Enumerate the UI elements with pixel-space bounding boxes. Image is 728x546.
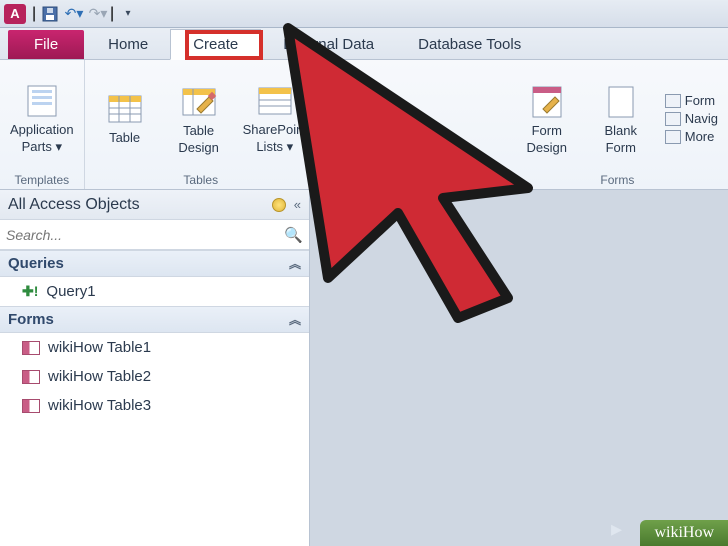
nav-collapse-icon[interactable]: « (294, 197, 301, 212)
group-label-templates: Templates (14, 173, 69, 187)
ribbon-tab-row: File Home Create External Data Database … (0, 28, 728, 60)
ribbon-group-hidden (318, 60, 507, 189)
nav-item-label: wikiHow Table1 (48, 339, 151, 356)
form-wizard-label: Form (685, 93, 715, 108)
watermark-arrow-icon: ▸ (611, 516, 622, 542)
group-label-tables: Tables (183, 173, 218, 187)
tab-database-tools[interactable]: Database Tools (396, 30, 543, 59)
sharepoint-label2: Lists ▾ (256, 139, 293, 155)
qat-customize-icon[interactable]: ▾ (116, 3, 140, 25)
more-forms-button[interactable]: More (665, 129, 718, 144)
navigation-label: Navig (685, 111, 718, 126)
form-icon (22, 341, 40, 355)
application-parts-label1: Application (10, 122, 74, 137)
nav-item-form1[interactable]: wikiHow Table1 (0, 333, 309, 362)
forms-small-list: Form Navig More (665, 93, 718, 144)
title-bar: A | ↶▾ ↷▾ | ▾ (0, 0, 728, 28)
sharepoint-lists-icon (255, 82, 295, 120)
form-design-button[interactable]: Form Design (517, 83, 577, 155)
tab-create[interactable]: Create (170, 29, 261, 60)
section-header-forms[interactable]: Forms ︽ (0, 306, 309, 333)
tab-home[interactable]: Home (86, 30, 170, 59)
document-canvas (310, 190, 728, 546)
navigation-button[interactable]: Navig (665, 111, 718, 126)
ribbon: Application Parts ▾ Templates Table Tabl… (0, 60, 728, 190)
section-title-queries: Queries (8, 255, 64, 272)
collapse-icon[interactable]: ︽ (289, 311, 301, 328)
form-wizard-button[interactable]: Form (665, 93, 718, 108)
nav-item-label: wikiHow Table3 (48, 397, 151, 414)
form-design-icon (527, 83, 567, 121)
table-label1: Table (109, 130, 140, 145)
save-icon[interactable] (38, 3, 62, 25)
nav-search-row: 🔍 (0, 220, 309, 250)
search-icon[interactable]: 🔍 (284, 226, 303, 244)
workspace: All Access Objects « 🔍 Queries ︽ ✚! Quer… (0, 190, 728, 546)
ribbon-group-templates: Application Parts ▾ Templates (0, 60, 85, 189)
blank-form-button[interactable]: Blank Form (591, 83, 651, 155)
form-icon (22, 370, 40, 384)
navigation-pane: All Access Objects « 🔍 Queries ︽ ✚! Quer… (0, 190, 310, 546)
more-forms-label: More (685, 129, 715, 144)
section-title-forms: Forms (8, 311, 54, 328)
search-input[interactable] (6, 227, 284, 243)
table-design-icon (179, 83, 219, 121)
table-icon (105, 90, 145, 128)
collapse-icon[interactable]: ︽ (289, 255, 301, 272)
application-parts-label2: Parts ▾ (22, 139, 62, 155)
table-design-label2: Design (178, 140, 218, 155)
table-design-label1: Table (183, 123, 214, 138)
form-icon (22, 399, 40, 413)
nav-item-form3[interactable]: wikiHow Table3 (0, 391, 309, 420)
form-wizard-icon (665, 94, 681, 108)
sharepoint-lists-button[interactable]: SharePoint Lists ▾ (243, 82, 307, 155)
nav-item-label: Query1 (46, 283, 95, 300)
query-icon: ✚! (22, 283, 38, 300)
application-parts-icon (22, 82, 62, 120)
table-design-button[interactable]: Table Design (169, 83, 229, 155)
watermark: wikiHow (640, 520, 728, 546)
form-design-label2: Design (527, 140, 567, 155)
group-label-forms: Forms (600, 173, 634, 187)
nav-item-query1[interactable]: ✚! Query1 (0, 277, 309, 306)
blank-form-label1: Blank (604, 123, 637, 138)
more-forms-icon (665, 130, 681, 144)
nav-pane-title: All Access Objects (8, 196, 140, 214)
nav-item-label: wikiHow Table2 (48, 368, 151, 385)
nav-pane-header[interactable]: All Access Objects « (0, 190, 309, 220)
nav-filter-icon[interactable] (272, 198, 286, 212)
redo-icon[interactable]: ↷▾ (86, 3, 110, 25)
app-badge-icon: A (4, 4, 26, 24)
sharepoint-label1: SharePoint (243, 122, 307, 137)
tab-external-data[interactable]: External Data (261, 30, 396, 59)
tab-file[interactable]: File (8, 30, 84, 59)
nav-item-form2[interactable]: wikiHow Table2 (0, 362, 309, 391)
blank-form-label2: Form (606, 140, 636, 155)
ribbon-group-tables: Table Table Design SharePoint Lists ▾ Ta… (85, 60, 318, 189)
navigation-icon (665, 112, 681, 126)
application-parts-button[interactable]: Application Parts ▾ (10, 82, 74, 155)
blank-form-icon (601, 83, 641, 121)
table-button[interactable]: Table (95, 90, 155, 147)
undo-icon[interactable]: ↶▾ (62, 3, 86, 25)
ribbon-group-forms: Form Design Blank Form Form Navig More F… (507, 60, 728, 189)
section-header-queries[interactable]: Queries ︽ (0, 250, 309, 277)
form-design-label1: Form (532, 123, 562, 138)
